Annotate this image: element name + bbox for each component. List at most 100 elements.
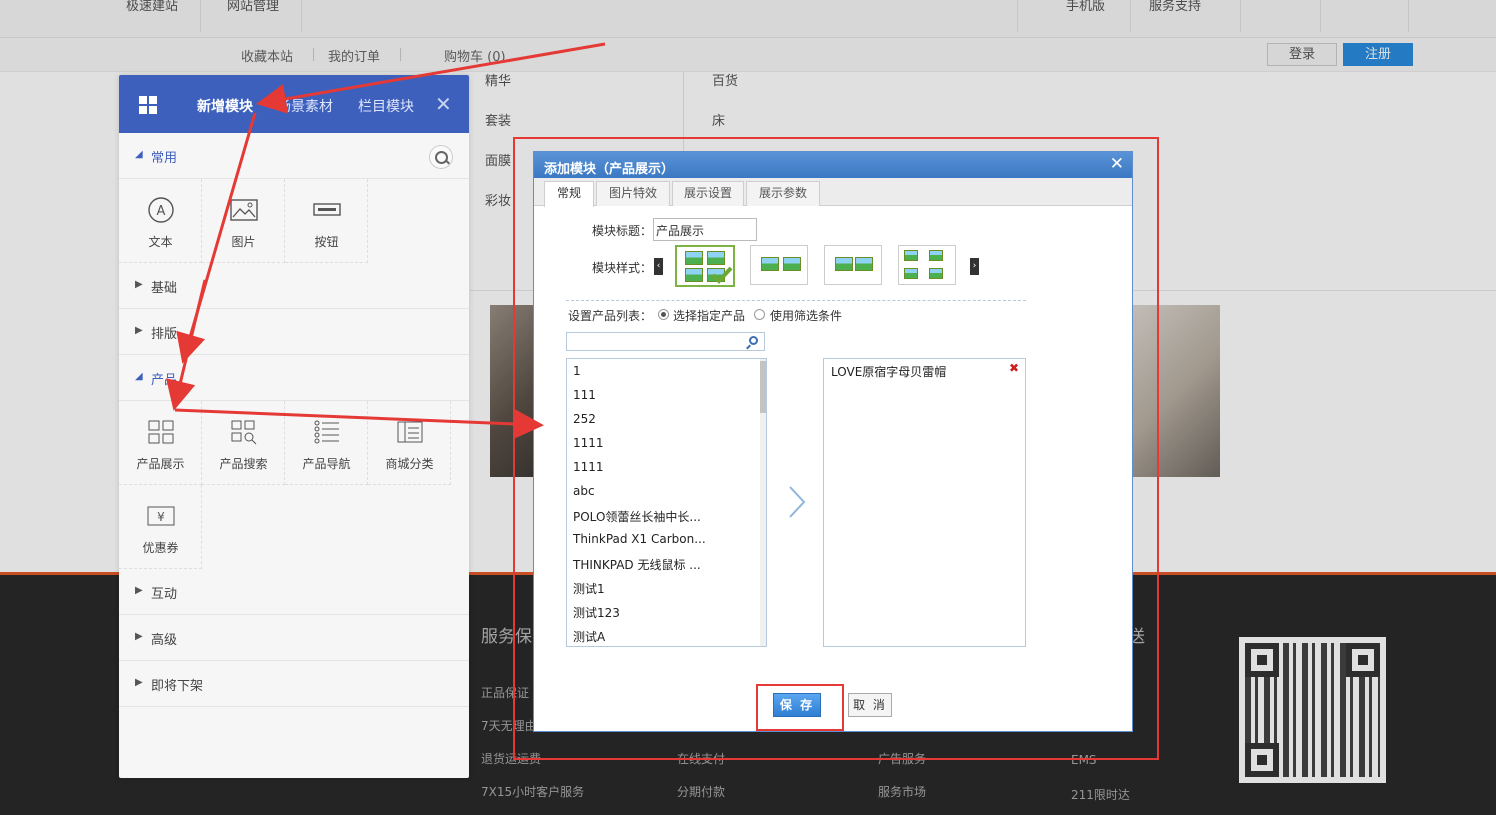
dialog-title: 添加模块（产品展示） ✕ <box>534 152 1132 178</box>
tile-product-search[interactable]: 产品搜索 <box>202 401 285 485</box>
dialog-title-text: 添加模块（产品展示） <box>544 162 675 177</box>
list-item[interactable]: 111 <box>573 388 596 402</box>
module-style-label: 模块样式： <box>592 261 653 275</box>
svg-text:¥: ¥ <box>157 510 165 524</box>
radio-specified-label: 选择指定产品 <box>673 309 746 323</box>
section-label: 产品 <box>151 373 178 388</box>
scrollbar-thumb[interactable] <box>760 361 766 413</box>
list-item[interactable]: ThinkPad X1 Carbon... <box>573 532 706 546</box>
section-interactive[interactable]: ▶ 互动 <box>119 569 469 615</box>
tile-text[interactable]: A 文本 <box>119 179 202 263</box>
list-item[interactable]: abc <box>573 484 595 498</box>
panel-header: 新增模块 场景素材 栏目模块 ✕ <box>119 75 469 133</box>
tab-display-settings[interactable]: 展示设置 <box>672 181 744 206</box>
module-title-input[interactable]: 产品展示 <box>653 218 757 241</box>
style-option-2[interactable] <box>750 245 808 285</box>
close-icon[interactable]: ✕ <box>435 92 452 116</box>
list-item[interactable]: 1111 <box>573 460 604 474</box>
tab-scene-assets[interactable]: 场景素材 <box>277 96 333 116</box>
caret-right-icon: ▶ <box>135 585 143 596</box>
list-item[interactable]: 测试A <box>573 628 605 645</box>
coupon-icon: ¥ <box>147 506 175 526</box>
section-product[interactable]: ◢ 产品 <box>119 355 469 401</box>
remove-icon[interactable]: ✖ <box>1009 361 1019 375</box>
available-products-list[interactable]: 1 111 252 1111 1111 abc POLO领蕾丝长袖中长... T… <box>566 358 767 647</box>
text-icon: A <box>148 197 174 223</box>
tab-general[interactable]: 常规 <box>544 181 594 207</box>
tile-label: 商城分类 <box>385 457 434 471</box>
module-title-label: 模块标题： <box>592 224 653 238</box>
close-icon[interactable]: ✕ <box>1110 154 1124 174</box>
tile-label: 产品搜索 <box>219 457 268 471</box>
product-search-input[interactable] <box>566 332 765 351</box>
image-thumb-icon <box>783 257 801 271</box>
list-item[interactable]: 测试1 <box>573 580 605 597</box>
section-advanced[interactable]: ▶ 高级 <box>119 615 469 661</box>
image-thumb-icon <box>929 250 943 261</box>
style-option-4[interactable] <box>898 245 956 285</box>
section-label: 排版 <box>151 327 178 342</box>
caret-down-icon: ◢ <box>135 371 143 382</box>
radio-specified[interactable] <box>658 309 669 320</box>
section-label: 基础 <box>151 281 178 296</box>
tile-mall-category[interactable]: 商城分类 <box>368 401 451 485</box>
divider <box>566 300 1026 301</box>
search-icon[interactable] <box>749 336 758 345</box>
cancel-button[interactable]: 取 消 <box>848 693 892 717</box>
scrollbar[interactable] <box>760 359 766 646</box>
product-search-icon <box>231 420 257 445</box>
module-panel: 新增模块 场景素材 栏目模块 ✕ ◢ 常用 A 文本 图片 按钮 ▶ 基础 ▶ … <box>119 75 469 778</box>
check-icon <box>711 266 733 284</box>
tile-coupon[interactable]: ¥ 优惠券 <box>119 485 202 569</box>
grid-icon[interactable] <box>139 96 157 114</box>
list-item[interactable]: 1 <box>573 364 581 378</box>
image-icon <box>230 199 258 221</box>
add-module-dialog: 添加模块（产品展示） ✕ 常规 图片特效 展示设置 展示参数 模块标题： 产品展… <box>533 151 1133 732</box>
tab-image-effects[interactable]: 图片特效 <box>596 181 670 206</box>
chevron-right-icon[interactable]: › <box>970 258 979 275</box>
product-display-icon <box>148 420 174 444</box>
section-coming-off[interactable]: ▶ 即将下架 <box>119 661 469 707</box>
list-item[interactable]: POLO领蕾丝长袖中长... <box>573 508 701 525</box>
caret-right-icon: ▶ <box>135 325 143 336</box>
tile-label: 按钮 <box>314 235 339 249</box>
tile-product-display[interactable]: 产品展示 <box>119 401 202 485</box>
chevron-right-icon[interactable] <box>787 485 807 519</box>
image-thumb-icon <box>835 257 853 271</box>
annotation-highlight-box <box>756 684 844 731</box>
chevron-left-icon[interactable]: ‹ <box>654 258 663 275</box>
list-item[interactable]: 1111 <box>573 436 604 450</box>
list-item[interactable]: THINKPAD 无线鼠标 ... <box>573 556 701 573</box>
product-nav-icon <box>314 420 339 444</box>
image-thumb-icon <box>904 268 918 279</box>
image-thumb-icon <box>904 250 918 261</box>
tile-button[interactable]: 按钮 <box>285 179 368 263</box>
section-common[interactable]: ◢ 常用 <box>119 133 469 179</box>
button-icon <box>313 203 341 216</box>
section-layout[interactable]: ▶ 排版 <box>119 309 469 355</box>
image-thumb-icon <box>929 268 943 279</box>
list-item[interactable]: 测试123 <box>573 604 620 621</box>
list-item[interactable]: LOVE原宿字母贝雷帽 <box>831 363 946 380</box>
list-item[interactable]: 252 <box>573 412 596 426</box>
image-thumb-icon <box>707 251 725 265</box>
section-basic[interactable]: ▶ 基础 <box>119 263 469 309</box>
dialog-tabs: 常规 图片特效 展示设置 展示参数 <box>534 178 1132 207</box>
tab-add-module[interactable]: 新增模块 <box>197 96 253 116</box>
product-list-label: 设置产品列表： <box>568 309 653 323</box>
style-option-1[interactable] <box>675 245 735 287</box>
radio-filter[interactable] <box>754 309 765 320</box>
style-option-3[interactable] <box>824 245 882 285</box>
tile-label: 产品导航 <box>302 457 351 471</box>
tile-image[interactable]: 图片 <box>202 179 285 263</box>
tab-display-params[interactable]: 展示参数 <box>746 181 820 206</box>
tile-label: 优惠券 <box>142 541 179 555</box>
tab-column-module[interactable]: 栏目模块 <box>358 96 414 116</box>
section-label: 互动 <box>151 587 178 602</box>
tile-product-nav[interactable]: 产品导航 <box>285 401 368 485</box>
caret-down-icon: ◢ <box>135 149 143 160</box>
search-icon[interactable] <box>429 145 453 169</box>
section-label: 常用 <box>151 151 178 166</box>
tile-label: 产品展示 <box>136 457 185 471</box>
selected-products-list[interactable]: LOVE原宿字母贝雷帽 ✖ <box>823 358 1026 647</box>
